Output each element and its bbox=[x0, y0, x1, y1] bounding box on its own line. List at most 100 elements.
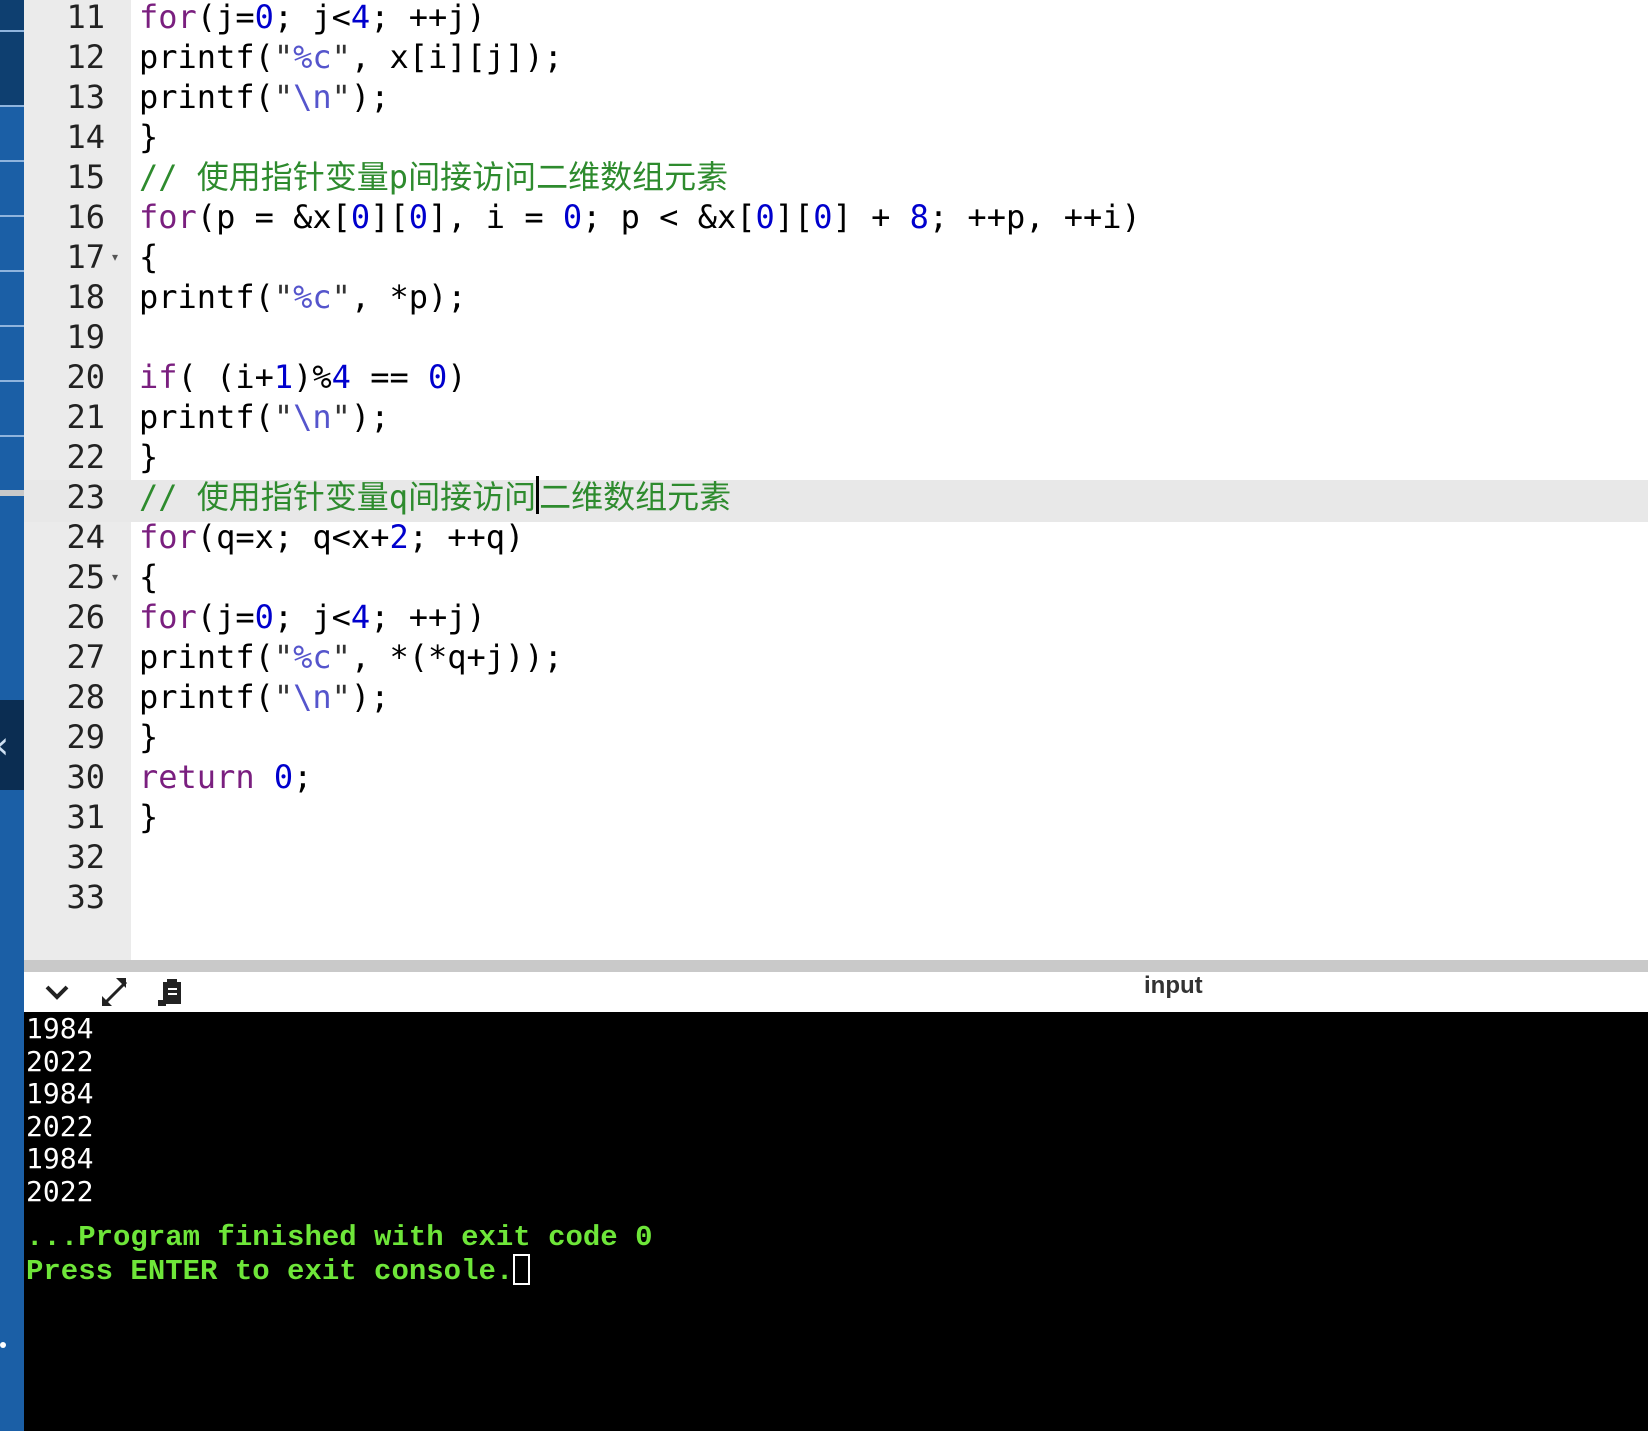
code-token: " bbox=[273, 278, 294, 316]
code-token: // 使用指针变量q间接访问 bbox=[139, 478, 537, 516]
sidebar-divider bbox=[0, 30, 24, 32]
code-line[interactable]: 30 return 0; bbox=[24, 758, 1648, 802]
sidebar-divider bbox=[0, 270, 24, 272]
code-line[interactable]: 13 printf("\n"); bbox=[24, 78, 1648, 122]
code-token: " bbox=[331, 678, 351, 716]
code-token: " bbox=[273, 398, 294, 436]
code-line[interactable]: 33 bbox=[24, 878, 1648, 922]
code-token: %c bbox=[293, 38, 332, 76]
code-text[interactable]: } bbox=[139, 716, 158, 758]
code-line[interactable]: 16 for(p = &x[0][0], i = 0; p < &x[0][0] … bbox=[24, 198, 1648, 242]
code-text[interactable]: } bbox=[139, 116, 158, 158]
code-text[interactable]: for(j=0; j<4; ++j) bbox=[139, 596, 486, 638]
code-text[interactable]: // 使用指针变量q间接访问二维数组元素 bbox=[139, 476, 731, 518]
clipboard-icon[interactable] bbox=[156, 972, 186, 1012]
code-token: 4 bbox=[331, 358, 351, 396]
code-line[interactable]: 32 bbox=[24, 838, 1648, 882]
sidebar-dot bbox=[0, 1342, 6, 1348]
console-output-line: 2022 bbox=[26, 1044, 94, 1078]
input-tab-label[interactable]: input bbox=[1144, 972, 1203, 1000]
code-token: ); bbox=[350, 78, 390, 116]
console-output-line: 1984 bbox=[26, 1142, 94, 1175]
code-token: printf( bbox=[139, 38, 274, 76]
code-token: " bbox=[331, 638, 351, 676]
code-token: " bbox=[331, 398, 351, 436]
line-number: 13 bbox=[66, 78, 105, 116]
code-token: 4 bbox=[350, 0, 371, 36]
code-text[interactable]: if( (i+1)%4 == 0) bbox=[139, 356, 467, 398]
console-toolbar: input bbox=[24, 972, 1648, 1013]
code-editor[interactable]: 11 for(j=0; j<4; ++j) 12 printf("%c", x[i][… bbox=[24, 0, 1648, 960]
line-number: 14 bbox=[66, 118, 105, 156]
code-token: for bbox=[139, 598, 197, 636]
code-text[interactable]: { bbox=[139, 236, 158, 278]
line-number: 28 bbox=[66, 678, 105, 716]
code-token: 0 bbox=[350, 198, 371, 236]
code-token: 4 bbox=[350, 598, 371, 636]
code-text[interactable]: } bbox=[139, 436, 158, 478]
code-token: printf( bbox=[139, 278, 274, 316]
line-number: 22 bbox=[66, 438, 105, 476]
code-text[interactable]: for(p = &x[0][0], i = 0; p < &x[0][0] + … bbox=[139, 196, 1141, 238]
collapse-sidebar-button[interactable]: ‹ bbox=[0, 700, 24, 790]
code-line[interactable]: 18 printf("%c", *p); bbox=[24, 278, 1648, 322]
sidebar-divider bbox=[0, 215, 24, 217]
code-line[interactable]: 21 printf("\n"); bbox=[24, 398, 1648, 442]
code-token: } bbox=[139, 718, 159, 756]
code-token: ; ++p, ++i) bbox=[928, 198, 1141, 236]
code-line[interactable]: 28 printf("\n"); bbox=[24, 678, 1648, 722]
code-token: ; ++j) bbox=[370, 0, 486, 36]
code-token: 0 bbox=[755, 198, 775, 236]
code-token: 0 bbox=[813, 198, 833, 236]
code-text[interactable]: printf("\n"); bbox=[139, 396, 389, 438]
code-token: (p = &x[ bbox=[196, 198, 351, 236]
line-number: 16 bbox=[66, 198, 105, 236]
line-number: 32 bbox=[66, 838, 105, 876]
code-text[interactable]: { bbox=[139, 556, 158, 598]
code-token: 0 bbox=[254, 598, 274, 636]
code-token: , *p); bbox=[350, 278, 467, 316]
code-text[interactable]: for(j=0; j<4; ++j) bbox=[139, 0, 486, 38]
code-line[interactable]: 24 for(q=x; q<x+2; ++q) bbox=[24, 518, 1648, 562]
code-token: ; p < &x[ bbox=[582, 198, 756, 236]
line-number: 31 bbox=[66, 798, 105, 836]
code-token: , x[i][j]); bbox=[350, 38, 563, 76]
line-number: 24 bbox=[66, 518, 105, 556]
line-number: 29 bbox=[66, 718, 105, 756]
code-token: ] + bbox=[832, 198, 910, 236]
code-token: == bbox=[350, 358, 428, 396]
code-token: (j= bbox=[196, 598, 255, 636]
expand-arrows-icon[interactable] bbox=[98, 972, 132, 1012]
code-text[interactable]: // 使用指针变量p间接访问二维数组元素 bbox=[139, 156, 728, 198]
code-text[interactable]: printf("\n"); bbox=[139, 676, 389, 718]
code-line[interactable]: 31} bbox=[24, 798, 1648, 842]
fold-toggle-icon[interactable]: ▾ bbox=[112, 250, 118, 264]
code-token: for bbox=[139, 518, 197, 556]
output-console[interactable]: 1984 2022 1984 2022 1984 2022 ...Program finis… bbox=[24, 1012, 1648, 1431]
code-text[interactable]: for(q=x; q<x+2; ++q) bbox=[139, 516, 524, 558]
chevron-down-icon[interactable] bbox=[42, 972, 72, 1012]
code-text[interactable]: printf("%c", x[i][j]); bbox=[139, 36, 563, 78]
code-token: ; j< bbox=[273, 598, 351, 636]
line-number: 15 bbox=[66, 158, 105, 196]
code-token: " bbox=[331, 38, 351, 76]
code-token: ; ++q) bbox=[408, 518, 525, 556]
code-token: ], i = bbox=[427, 198, 563, 236]
code-token: \n bbox=[293, 678, 332, 716]
panel-resize-handle[interactable] bbox=[24, 960, 1648, 972]
code-token: { bbox=[139, 558, 159, 596]
code-text[interactable]: printf("%c", *p); bbox=[139, 276, 467, 318]
code-text[interactable]: printf("\n"); bbox=[139, 76, 389, 118]
code-token: 0 bbox=[254, 0, 274, 36]
code-token: printf( bbox=[139, 398, 274, 436]
code-text[interactable]: return 0; bbox=[139, 756, 312, 798]
code-token: for bbox=[139, 0, 197, 36]
line-number: 11 bbox=[66, 0, 105, 36]
code-text[interactable]: } bbox=[139, 796, 158, 838]
code-token: " bbox=[331, 278, 351, 316]
exit-prompt: Press ENTER to exit console. bbox=[26, 1254, 531, 1289]
code-token: %c bbox=[293, 278, 332, 316]
code-token: for bbox=[139, 198, 197, 236]
code-text[interactable]: printf("%c", *(*q+j)); bbox=[139, 636, 563, 678]
fold-toggle-icon[interactable]: ▾ bbox=[112, 570, 118, 584]
